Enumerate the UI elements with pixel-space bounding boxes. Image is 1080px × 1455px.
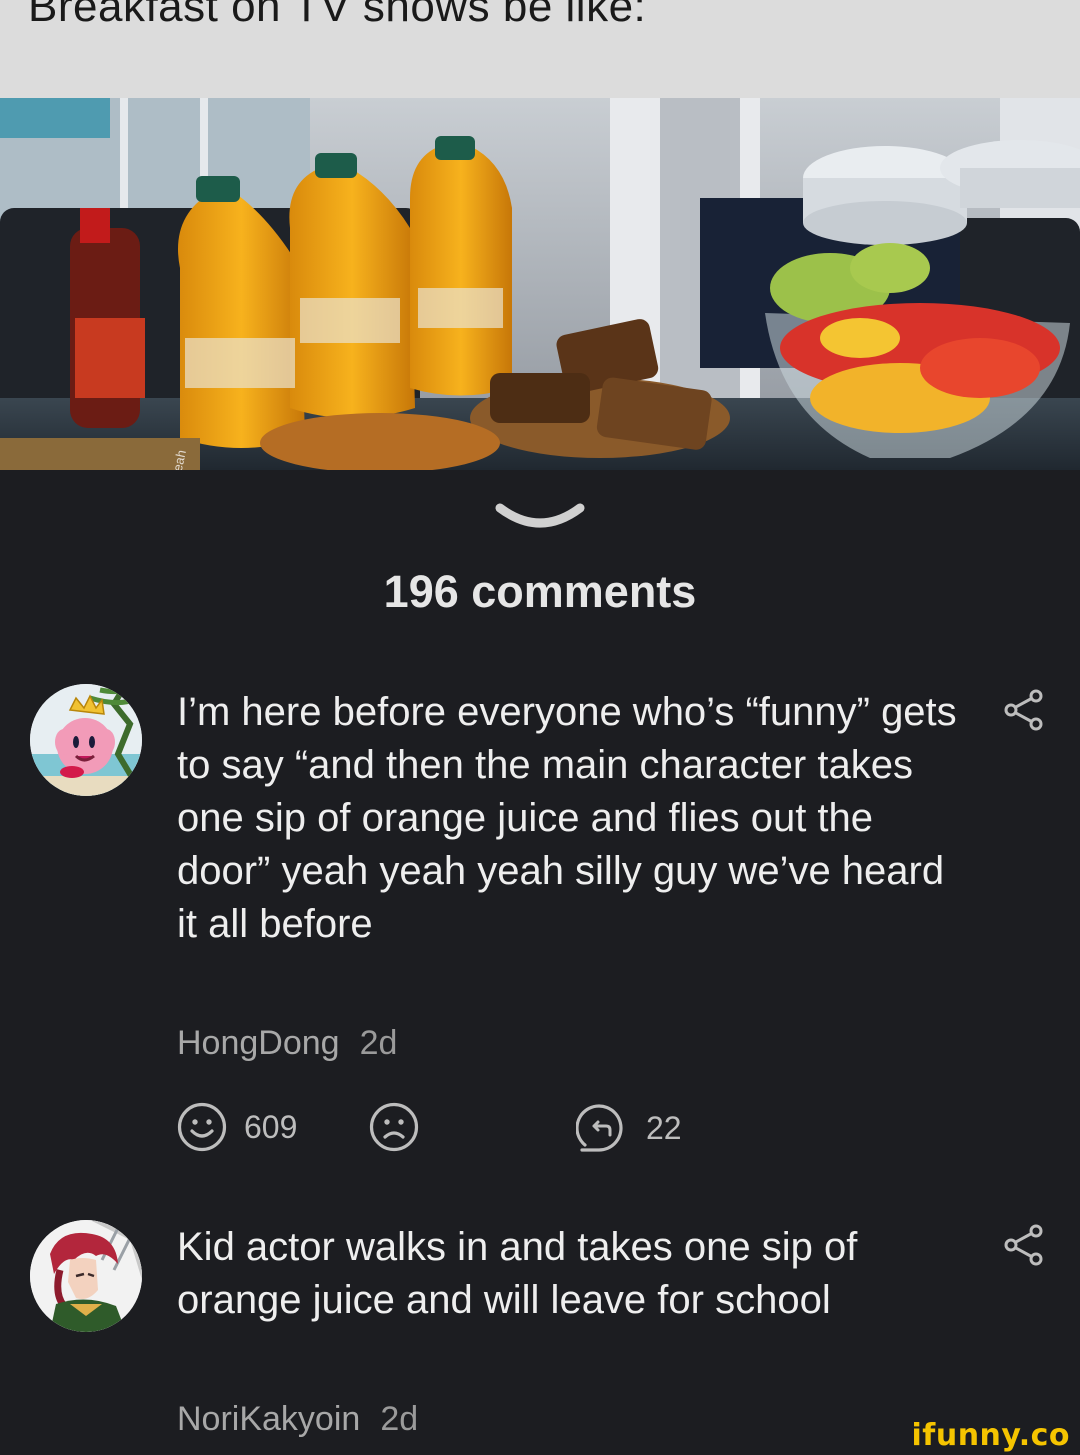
meme-image[interactable]: @foxyeah — [0, 98, 1080, 470]
smile-icon — [177, 1102, 227, 1152]
comment-time: 2d — [359, 1024, 398, 1062]
avatar[interactable] — [30, 1220, 142, 1332]
reply-count: 22 — [646, 1109, 682, 1146]
comment-actions: 609 22 — [176, 1101, 736, 1153]
share-icon[interactable] — [1002, 1224, 1044, 1266]
breakfast-photo — [0, 98, 1080, 470]
avatar[interactable] — [30, 684, 142, 796]
share-icon[interactable] — [1002, 689, 1044, 731]
avatar-image — [30, 684, 142, 796]
meme-caption: Breakfast on TV shows be like: — [28, 0, 647, 31]
comment-author[interactable]: NoriKakyoin — [177, 1400, 360, 1438]
reply-button[interactable]: 22 — [576, 1101, 682, 1155]
ifunny-watermark: ifunny.co — [911, 1418, 1070, 1453]
reply-icon — [576, 1104, 623, 1152]
meme-caption-bar: Breakfast on TV shows be like: — [0, 0, 1080, 98]
avatar-image — [30, 1220, 142, 1332]
smile-button[interactable]: 609 — [176, 1101, 297, 1153]
chevron-down-icon[interactable] — [494, 500, 586, 532]
comments-count: 196 comments — [383, 566, 697, 617]
comment-author[interactable]: HongDong — [177, 1024, 340, 1062]
unsmile-icon — [369, 1102, 419, 1152]
comment-meta: HongDong 2d — [177, 1024, 397, 1063]
comment-meta: NoriKakyoin 2d — [177, 1400, 418, 1439]
comment-text: I’m here before everyone who’s “funny” g… — [177, 690, 957, 946]
comment-text: Kid actor walks in and takes one sip of … — [177, 1225, 858, 1322]
comment-time: 2d — [380, 1400, 419, 1438]
smile-count: 609 — [244, 1108, 298, 1145]
unsmile-button[interactable] — [368, 1101, 420, 1153]
